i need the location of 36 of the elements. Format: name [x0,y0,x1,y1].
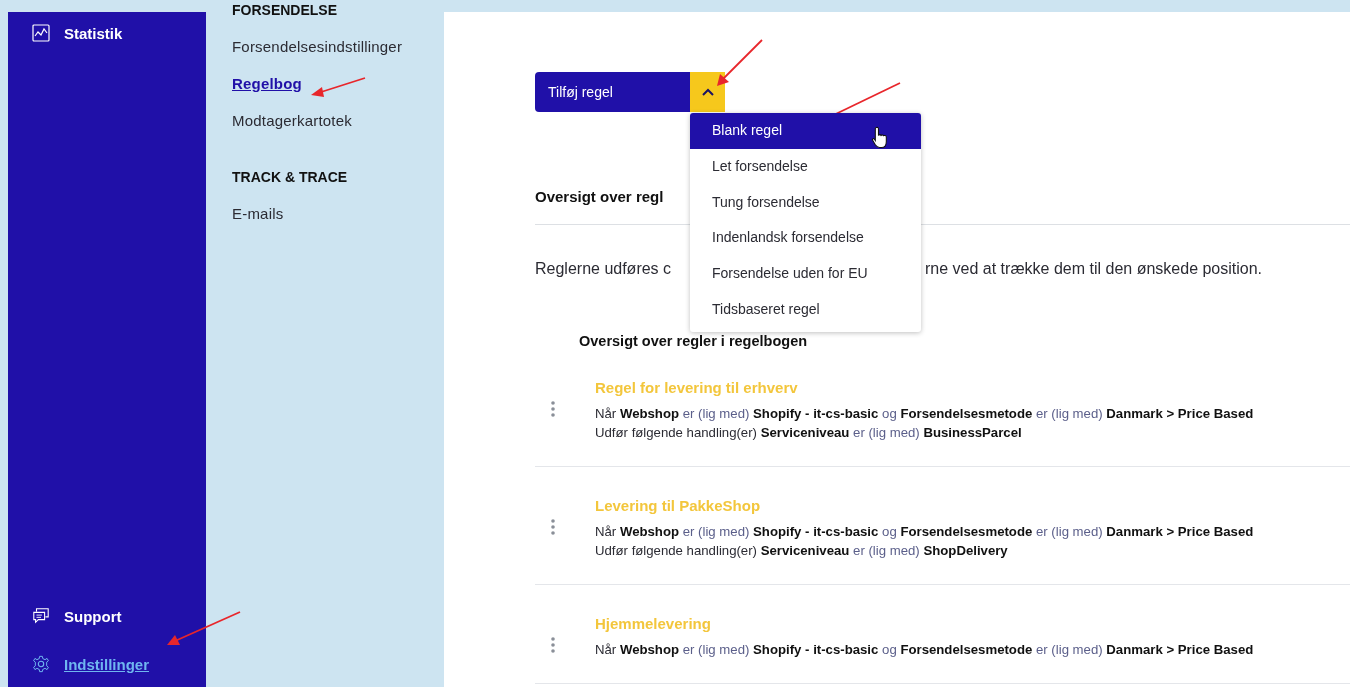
menu-item[interactable]: Forsendelse uden for EU [690,256,921,292]
menu-item[interactable]: Tung forsendelse [690,184,921,221]
section-heading: FORSENDELSE [232,2,338,18]
dropdown-toggle-button[interactable] [690,72,725,112]
subnav-link[interactable]: Modtagerkartotek [232,112,352,129]
rule-condition-text: Når Webshop er (lig med) Shopify - it-cs-basic og Forsendelsesmetode er (lig med) Danmark > Price Based [595,406,1254,421]
section-heading: TRACK & TRACE [232,169,349,185]
sidebar-item[interactable]: Statistik [32,24,123,42]
rule-condition-text: Udfør følgende handling(er) Serviceniveau er (lig med) ShopDelivery [595,543,1008,558]
menu-item[interactable]: Indenlandsk forsendelse [690,220,921,257]
chat-icon [32,607,50,625]
rule-condition-text: Når Webshop er (lig med) Shopify - it-cs-basic og Forsendelsesmetode er (lig med) Danmark > Price Based [595,524,1254,539]
menu-item[interactable]: Tidsbaseret regel [690,292,921,328]
subnav-link[interactable]: Forsendelsesindstillinger [232,38,403,55]
rule-condition-text: Når Webshop er (lig med) Shopify - it-cs-basic og Forsendelsesmetode er (lig med) Danmark > Price Based [595,642,1254,657]
intro-text: Reglerne udføres c [535,260,672,277]
hand-cursor-icon [871,126,888,149]
drag-handle-icon[interactable] [551,519,555,535]
drag-handle-icon[interactable] [551,401,555,417]
sidebar-item[interactable]: Support [32,607,122,625]
menu-item[interactable]: Let forsendelse [690,148,921,185]
annotation-arrow [717,39,763,86]
sidebar-item[interactable]: Indstillinger [32,655,149,673]
menu-item[interactable]: Blank regel [690,113,921,149]
drag-handle-icon[interactable] [551,637,555,653]
settings-icon [32,655,50,673]
rule-condition-text: Udfør følgende handling(er) Serviceniveau er (lig med) BusinessParcel [595,425,1022,440]
chart-icon [32,24,50,42]
subnav-link[interactable]: E-mails [232,205,284,222]
add-rule-button[interactable]: Tilføj regel [535,72,690,112]
section-title: Oversigt over regl [535,188,664,205]
annotation-arrow [311,77,366,97]
caret-icon [701,88,714,96]
intro-text: rne ved at trække dem til den ønskede position. [925,260,1263,278]
list-title: Oversigt over regler i regelbogen [579,333,809,349]
subnav-link[interactable]: Regelbog [232,75,302,92]
